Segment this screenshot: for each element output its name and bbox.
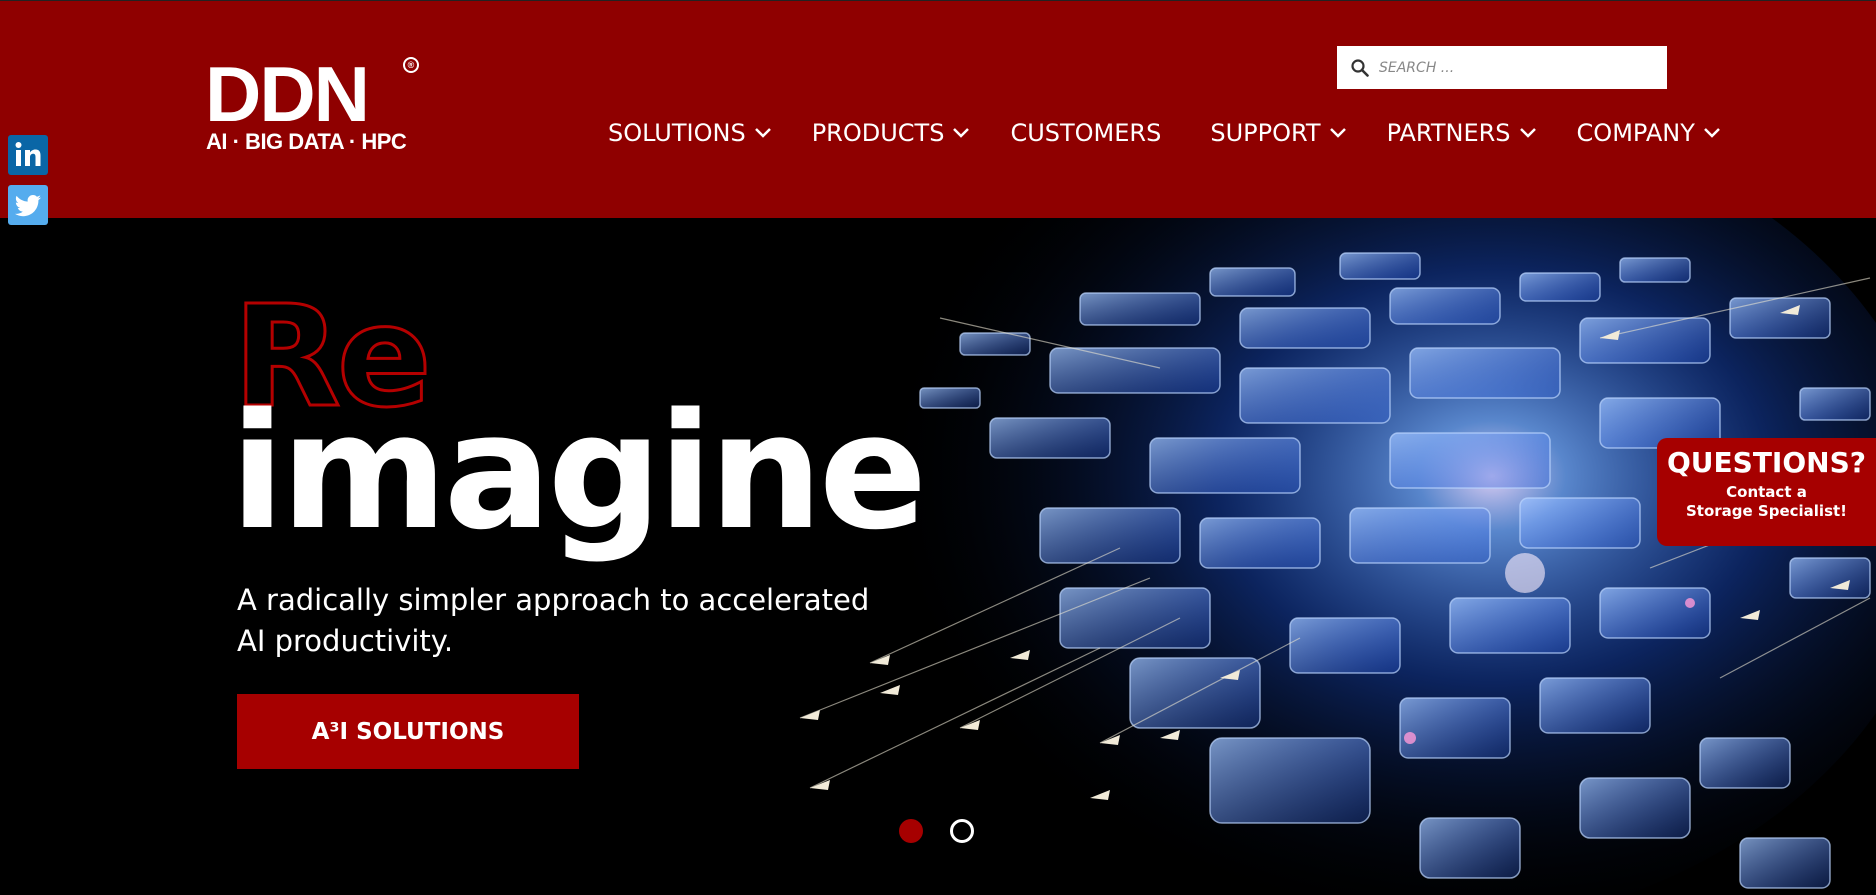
site-header: DDN ® AI · BIG DATA · HPC SOLUTIONS PROD… <box>0 0 1876 219</box>
chevron-down-icon <box>1329 128 1346 138</box>
nav-label: SUPPORT <box>1210 119 1321 147</box>
logo-tagline: AI · BIG DATA · HPC <box>206 129 407 154</box>
chevron-down-icon <box>1519 128 1536 138</box>
chevron-down-icon <box>1703 128 1720 138</box>
questions-contact-tab[interactable]: QUESTIONS? Contact a Storage Specialist! <box>1657 438 1876 546</box>
nav-label: CUSTOMERS <box>1010 119 1162 147</box>
a3i-solutions-button[interactable]: A³I SOLUTIONS <box>237 694 579 769</box>
nav-label: SOLUTIONS <box>608 119 746 147</box>
search-input[interactable] <box>1377 58 1641 77</box>
questions-title: QUESTIONS? <box>1667 446 1866 479</box>
chevron-down-icon <box>754 128 771 138</box>
nav-partners[interactable]: PARTNERS <box>1387 119 1537 147</box>
nav-label: PARTNERS <box>1386 119 1511 147</box>
nav-customers[interactable]: CUSTOMERS <box>1010 119 1161 147</box>
nav-company[interactable]: COMPANY <box>1577 119 1721 147</box>
search-icon[interactable] <box>1351 58 1369 77</box>
nav-label: COMPANY <box>1576 119 1695 147</box>
slider-dot-2[interactable] <box>950 819 974 843</box>
hero-subtitle: A radically simpler approach to accelera… <box>237 583 870 658</box>
hero-section: Re imagine A radically simpler approach … <box>0 218 1876 895</box>
nav-solutions[interactable]: SOLUTIONS <box>608 119 772 147</box>
linkedin-icon <box>15 142 41 166</box>
search-box[interactable] <box>1337 46 1667 89</box>
linkedin-share-button[interactable] <box>8 135 48 175</box>
nav-support[interactable]: SUPPORT <box>1210 119 1346 147</box>
chevron-down-icon <box>953 128 970 138</box>
twitter-share-button[interactable] <box>8 185 48 225</box>
main-nav: SOLUTIONS PRODUCTS CUSTOMERS SUPPORT PAR… <box>608 119 1721 147</box>
questions-line-2: Storage Specialist! <box>1685 502 1848 520</box>
slider-dot-1-active[interactable] <box>899 819 923 843</box>
ddn-logo[interactable]: DDN ® AI · BIG DATA · HPC <box>205 55 425 155</box>
nav-label: PRODUCTS <box>811 119 945 147</box>
twitter-icon <box>14 195 42 217</box>
registered-mark: ® <box>403 57 419 73</box>
headline-main-text: imagine <box>230 378 927 565</box>
logo-wordmark: DDN <box>205 50 370 138</box>
questions-line-1: Contact a <box>1726 483 1807 501</box>
nav-products[interactable]: PRODUCTS <box>812 119 971 147</box>
